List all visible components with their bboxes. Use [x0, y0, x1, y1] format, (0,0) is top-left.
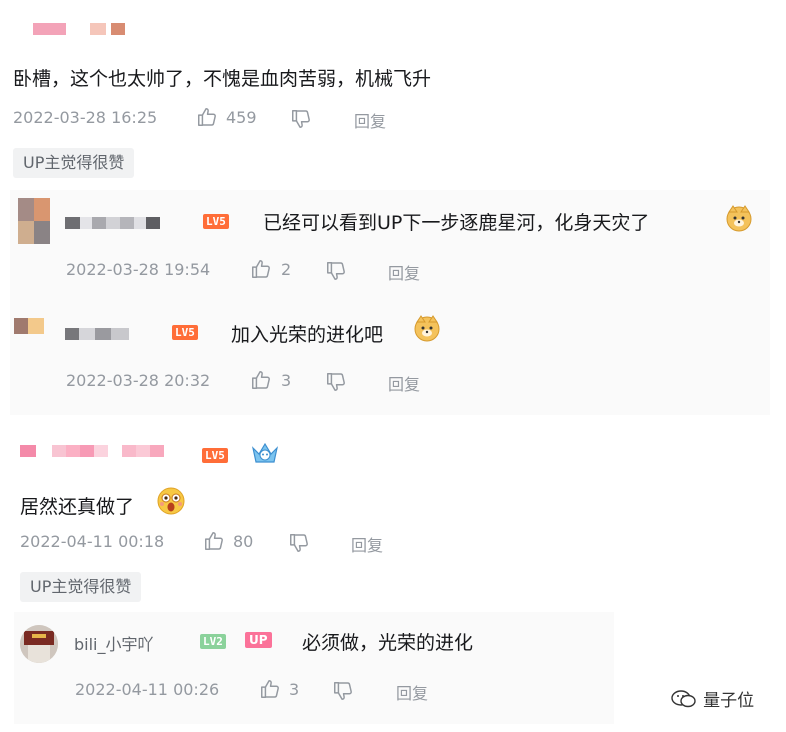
reply-button[interactable]: 回复 — [388, 260, 420, 284]
comment-1: 卧槽，这个也太帅了，不愧是血肉苦弱，机械飞升 2022-03-28 16:25 … — [0, 0, 786, 420]
avatar[interactable] — [20, 625, 58, 663]
reply-text: 已经可以看到UP下一步逐鹿星河，化身天灾了 — [263, 212, 650, 234]
username-blurred[interactable] — [33, 20, 126, 39]
avatar[interactable] — [18, 198, 50, 244]
watermark: 量子位 — [670, 686, 754, 711]
reply-button[interactable]: 回复 — [396, 680, 428, 704]
up-liked-tag: UP主觉得很赞 — [13, 148, 135, 178]
like-count: 2 — [281, 260, 292, 279]
thumbs-down-icon[interactable] — [325, 260, 347, 282]
thumbs-down-icon[interactable] — [332, 680, 354, 702]
username-blurred[interactable] — [65, 325, 129, 344]
reply-time: 2022-03-28 20:32 — [66, 371, 211, 390]
surprised-emoji — [156, 486, 186, 520]
crown-badge-icon — [249, 438, 281, 474]
level-badge: LV5 — [203, 214, 229, 229]
doge-emoji — [725, 204, 753, 236]
like-count: 3 — [281, 371, 292, 390]
level-badge: LV5 — [202, 448, 228, 463]
like-count: 459 — [226, 108, 257, 127]
up-badge: UP — [245, 632, 272, 648]
comment-time: 2022-03-28 16:25 — [13, 108, 158, 127]
reply-time: 2022-04-11 00:26 — [75, 680, 220, 699]
reply-button[interactable]: 回复 — [388, 371, 420, 395]
comment-time: 2022-04-11 00:18 — [20, 532, 165, 551]
thumbs-down-icon[interactable] — [325, 371, 347, 393]
reply-text: 必须做，光荣的进化 — [302, 632, 474, 654]
thumbs-up-icon[interactable] — [203, 530, 225, 552]
wechat-logo-icon — [670, 688, 698, 710]
reply-list: LV5 已经可以看到UP下一步逐鹿星河，化身天灾了 2022-03-28 19:… — [10, 190, 770, 415]
reply-time: 2022-03-28 19:54 — [66, 260, 211, 279]
thumbs-down-icon[interactable] — [288, 532, 310, 554]
thumbs-down-icon[interactable] — [290, 108, 312, 130]
thumbs-up-icon[interactable] — [250, 369, 272, 391]
reply-button[interactable]: 回复 — [351, 532, 383, 556]
reply-button[interactable]: 回复 — [354, 108, 386, 132]
comment-2: LV5 居然还真做了 2022-04-11 00:18 80 回复 UP主觉得很… — [0, 420, 786, 732]
level-badge: LV2 — [200, 634, 226, 649]
doge-emoji — [413, 314, 441, 346]
username-blurred[interactable] — [20, 442, 164, 461]
thumbs-up-icon[interactable] — [259, 678, 281, 700]
avatar[interactable] — [14, 318, 44, 338]
comment-text: 卧槽，这个也太帅了，不愧是血肉苦弱，机械飞升 — [13, 68, 432, 90]
like-count: 3 — [289, 680, 300, 699]
thumbs-up-icon[interactable] — [250, 258, 272, 280]
comment-text: 居然还真做了 — [20, 496, 135, 518]
username-blurred[interactable] — [65, 214, 160, 233]
like-count: 80 — [233, 532, 254, 551]
watermark-text: 量子位 — [703, 691, 755, 711]
thumbs-up-icon[interactable] — [196, 106, 218, 128]
reply-username[interactable]: bili_小宇吖 — [74, 631, 154, 655]
reply-text: 加入光荣的进化吧 — [231, 324, 384, 346]
level-badge: LV5 — [172, 325, 198, 340]
reply-list: bili_小宇吖 LV2 UP 必须做，光荣的进化 2022-04-11 00:… — [14, 612, 614, 724]
up-liked-tag: UP主觉得很赞 — [20, 572, 142, 602]
